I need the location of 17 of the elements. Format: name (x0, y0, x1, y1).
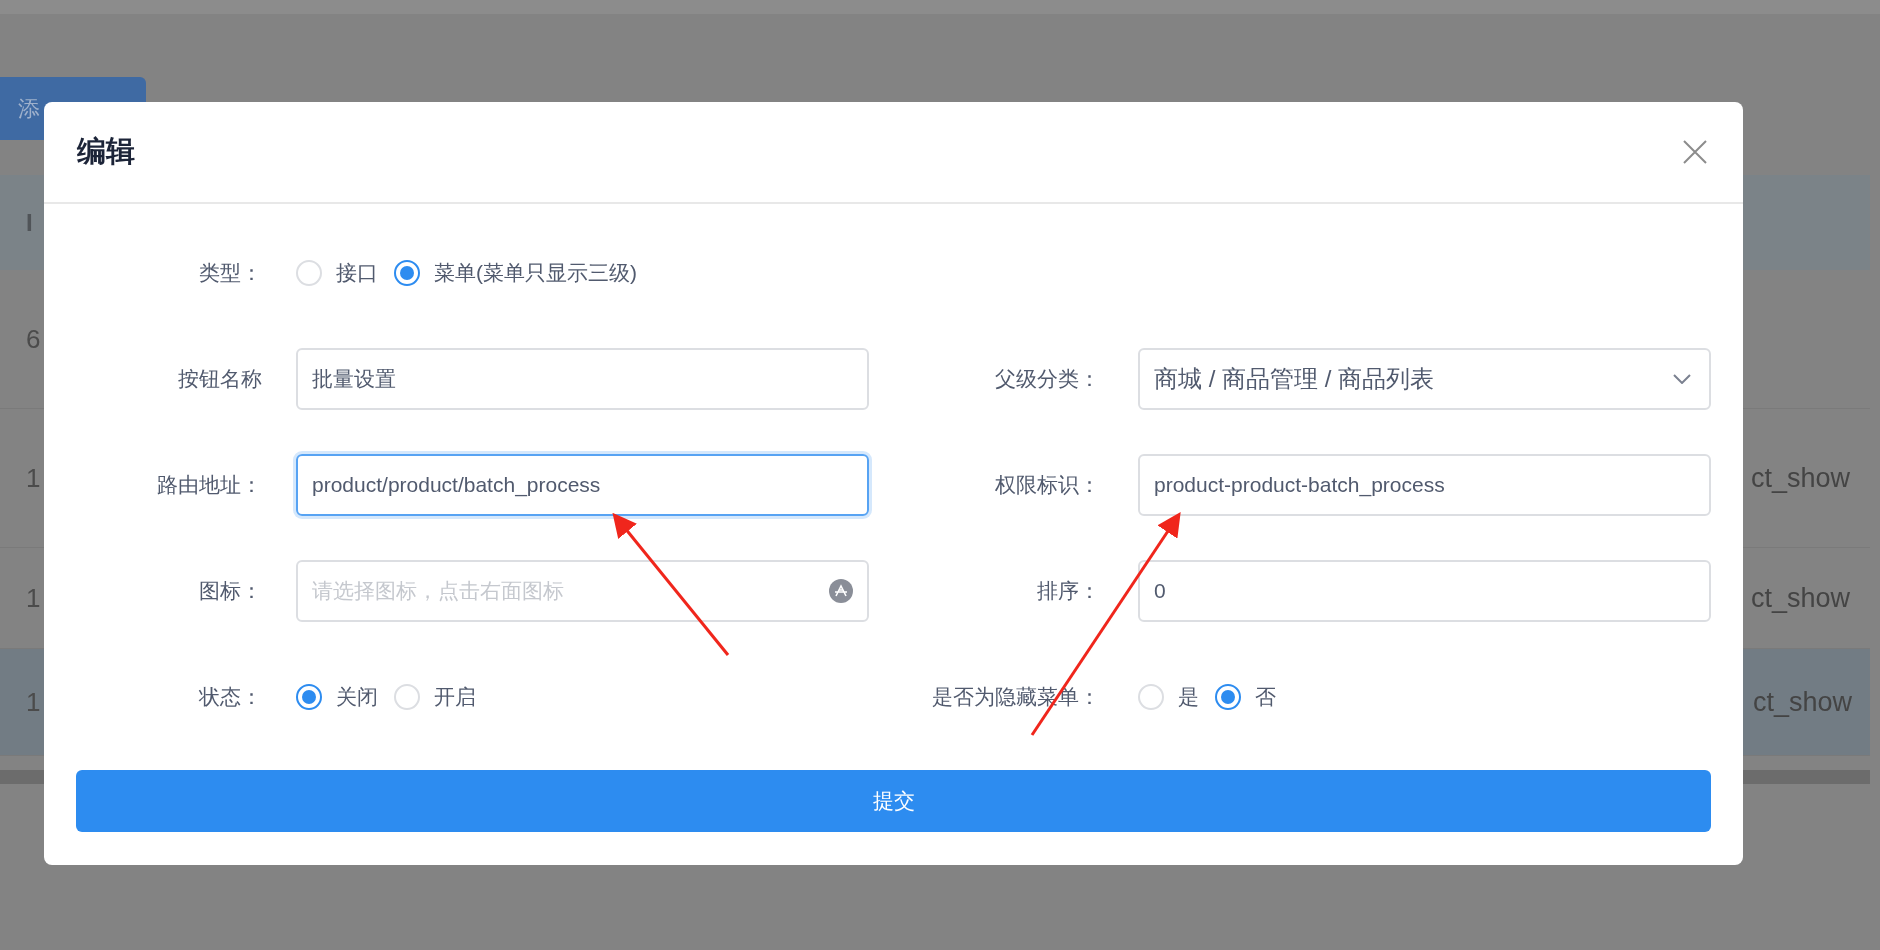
field-label: 类型： (198, 260, 262, 286)
dialog-title: 编辑 (77, 134, 135, 169)
table-cell: 1 (26, 686, 41, 718)
table-cell: ct_show (1750, 462, 1850, 494)
field-label: 路由地址： (156, 472, 262, 498)
table-cell: ct_show (1750, 582, 1850, 614)
field-label: 按钮名称 (177, 366, 262, 392)
field-label: 图标： (198, 578, 262, 604)
field-label: 是否为隐藏菜单： (931, 684, 1100, 710)
field-label: 权限标识： (994, 472, 1100, 498)
table-cell: ct_show (1752, 686, 1852, 718)
field-label: 父级分类： (994, 366, 1100, 392)
table-cell: 6 (26, 323, 41, 355)
table-cell: 1 (26, 462, 41, 494)
field-label: 状态： (198, 684, 262, 710)
table-cell: 1 (26, 582, 41, 614)
field-label: 排序： (1036, 578, 1100, 604)
